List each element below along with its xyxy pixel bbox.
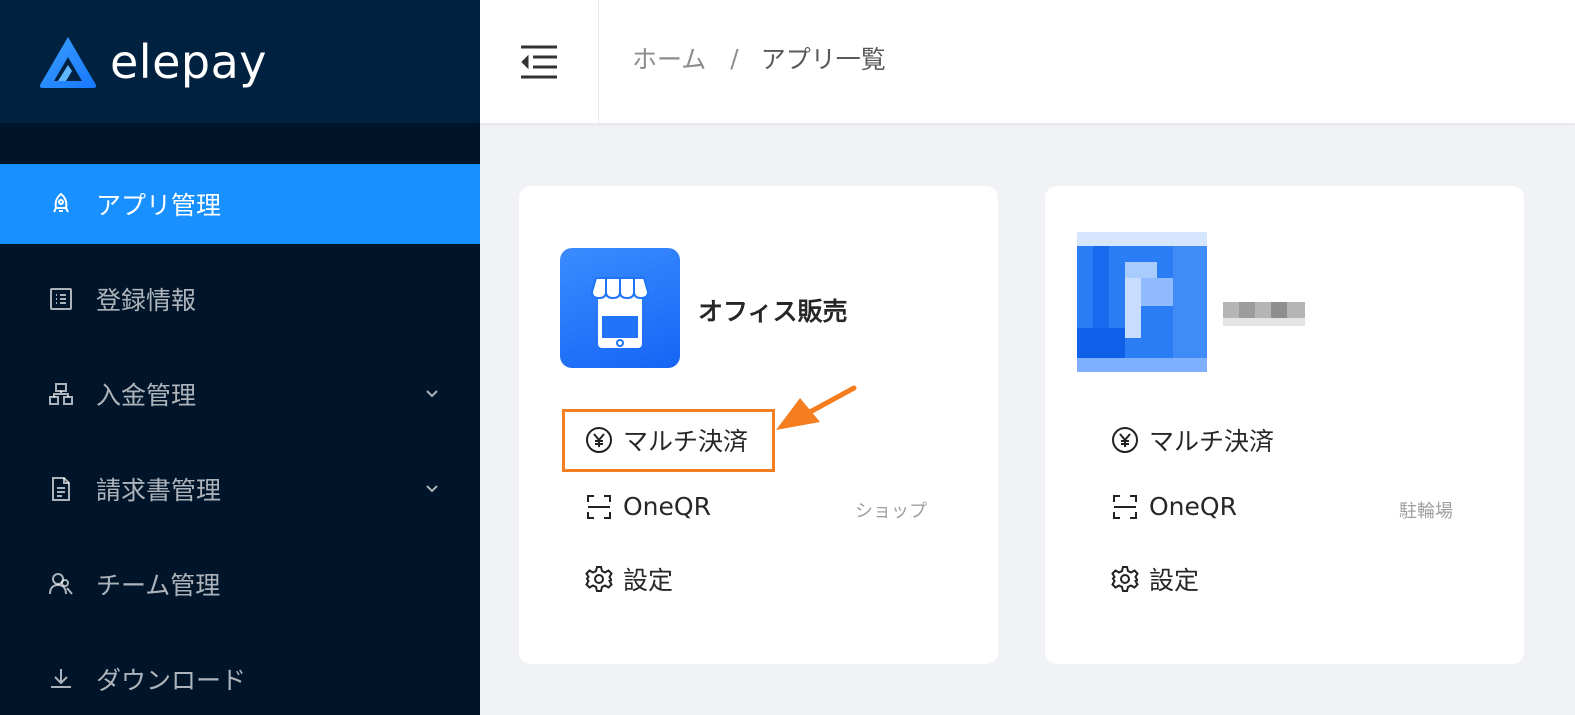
chevron-down-icon xyxy=(426,485,438,493)
oneqr-label: OneQR xyxy=(1149,492,1237,521)
pixelated-app-name[interactable] xyxy=(1223,294,1305,328)
oneqr-tag: ショップ xyxy=(855,501,927,522)
scan-icon xyxy=(585,493,613,521)
breadcrumb-current: アプリ一覧 xyxy=(760,45,886,74)
file-text-icon xyxy=(48,476,74,502)
settings-link[interactable]: 設定 xyxy=(1111,561,1199,597)
sidebar-item-label: 登録情報 xyxy=(96,286,197,315)
oneqr-link[interactable]: OneQR xyxy=(1111,492,1237,521)
sidebar-item-label: アプリ管理 xyxy=(96,191,222,220)
breadcrumb-home[interactable]: ホーム xyxy=(632,40,706,76)
multi-payment-link[interactable]: マルチ決済 xyxy=(1111,422,1274,458)
sidebar-item-team-management[interactable]: チーム管理 xyxy=(0,544,480,624)
pixelated-app-icon[interactable] xyxy=(1077,232,1207,372)
sidebar-item-label: ダウンロード xyxy=(96,666,247,695)
sidebar-item-label: チーム管理 xyxy=(96,571,221,600)
sidebar: elepay アプリ管理 登録情報 入金管理 請求書管理 チーム管理 ダウンロー… xyxy=(0,0,480,715)
top-header: ホーム / アプリ一覧 xyxy=(480,0,1575,123)
sidebar-item-label: 入金管理 xyxy=(96,381,197,410)
gear-icon xyxy=(585,565,613,593)
sidebar-item-invoice-management[interactable]: 請求書管理 xyxy=(0,449,480,529)
team-icon xyxy=(48,571,74,597)
settings-link[interactable]: 設定 xyxy=(585,561,673,597)
elepay-logo-icon xyxy=(39,36,97,88)
cluster-icon xyxy=(48,381,74,407)
sidebar-item-app-management[interactable]: アプリ管理 xyxy=(0,164,480,244)
logo-bar[interactable]: elepay xyxy=(0,0,480,123)
sidebar-item-label: 請求書管理 xyxy=(96,476,222,505)
breadcrumb-separator: / xyxy=(730,43,739,73)
gear-icon xyxy=(1111,565,1139,593)
brand-name: elepay xyxy=(110,34,267,89)
menu-fold-button[interactable] xyxy=(480,0,599,123)
sidebar-menu: アプリ管理 登録情報 入金管理 請求書管理 チーム管理 ダウンロード xyxy=(0,164,480,715)
scan-icon xyxy=(1111,493,1139,521)
settings-label: 設定 xyxy=(1149,566,1200,595)
sidebar-item-download[interactable]: ダウンロード xyxy=(0,639,480,715)
oneqr-tag: 駐輪場 xyxy=(1399,501,1453,522)
menu-fold-icon xyxy=(521,45,557,78)
oneqr-label: OneQR xyxy=(623,492,711,521)
multi-payment-label: マルチ決済 xyxy=(1149,427,1275,456)
settings-label: 設定 xyxy=(623,566,674,595)
chevron-down-icon xyxy=(426,390,438,398)
oneqr-link[interactable]: OneQR xyxy=(585,492,711,521)
annotation-arrow-icon xyxy=(776,385,857,430)
sidebar-item-deposit-management[interactable]: 入金管理 xyxy=(0,354,480,434)
rocket-icon xyxy=(48,191,74,217)
sidebar-item-registration-info[interactable]: 登録情報 xyxy=(0,259,480,339)
app-card: マルチ決済 OneQR 駐輪場 設定 xyxy=(1045,186,1524,664)
download-icon xyxy=(48,666,74,692)
yen-circle-icon xyxy=(1111,426,1139,454)
annotation-highlight-box xyxy=(562,409,775,472)
shop-icon[interactable] xyxy=(560,248,680,368)
profile-icon xyxy=(48,286,74,312)
app-name[interactable]: オフィス販売 xyxy=(698,292,848,328)
breadcrumb: ホーム / アプリ一覧 xyxy=(632,40,886,76)
